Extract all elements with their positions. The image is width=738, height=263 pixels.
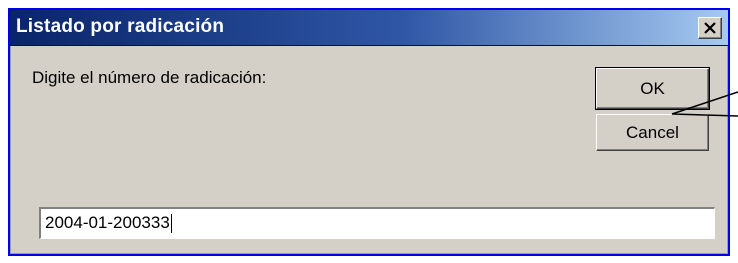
input-dialog: Listado por radicación Digite el número … [8, 8, 730, 256]
close-button[interactable] [698, 17, 722, 39]
title-bar[interactable]: Listado por radicación [10, 10, 728, 46]
screen: Listado por radicación Digite el número … [0, 0, 738, 263]
dialog-title: Listado por radicación [16, 16, 225, 37]
cancel-button[interactable]: Cancel [596, 114, 709, 151]
text-caret [170, 214, 172, 234]
prompt-label: Digite el número de radicación: [32, 68, 267, 87]
radicacion-input[interactable]: 2004-01-200333 [39, 207, 715, 239]
ok-button[interactable]: OK [595, 67, 710, 110]
close-icon [704, 22, 716, 34]
radicacion-input-value: 2004-01-200333 [45, 213, 170, 232]
